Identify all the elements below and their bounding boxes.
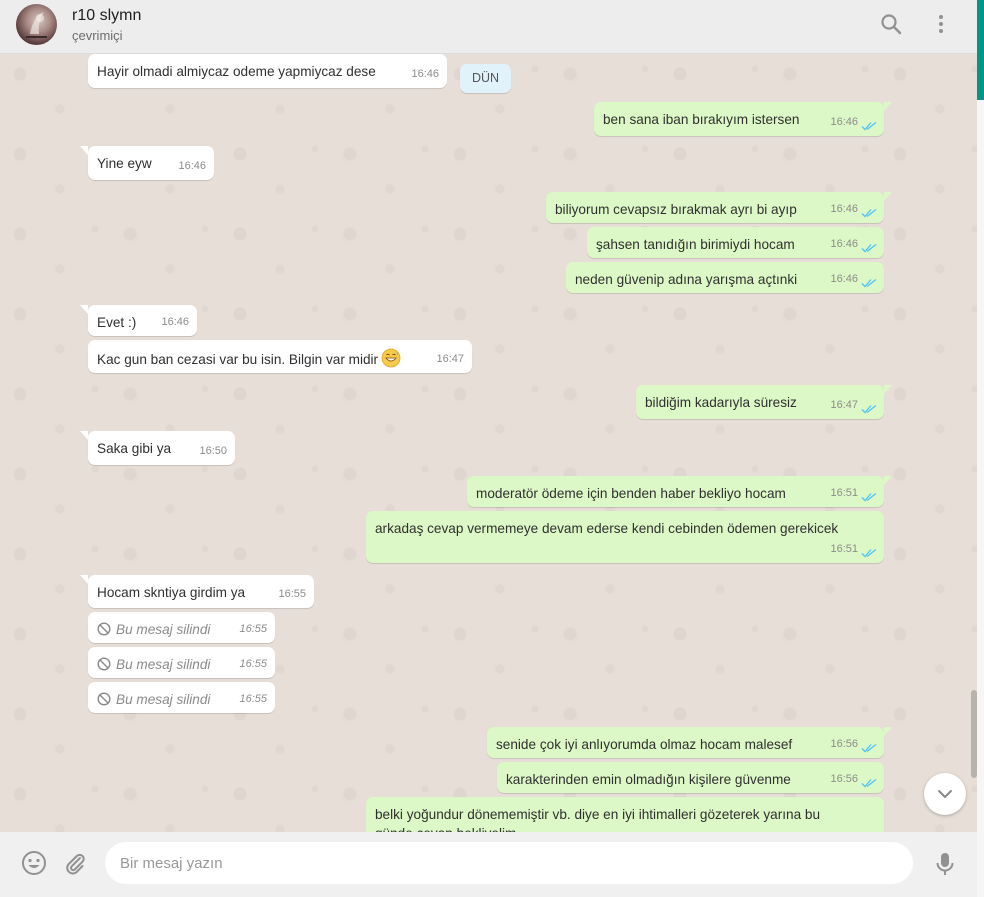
message-text: Kac gun ban cezasi var bu isin. Bilgin v… [97,352,379,367]
window-edge [977,0,984,897]
message-outgoing[interactable]: karakterinden emin olmadığın kişilere gü… [497,762,884,793]
message-time: 16:55 [239,658,267,670]
message-outgoing[interactable]: ben sana iban bırakıyım istersen 16:46 [594,102,892,136]
message-deleted[interactable]: Bu mesaj silindi 16:55 [88,682,275,713]
message-text: Bu mesaj silindi [116,657,211,672]
message-outgoing[interactable]: şahsen tanıdığın birimiydi hocam 16:46 [587,227,884,258]
read-ticks-icon [861,492,877,502]
attach-icon[interactable] [63,851,87,875]
message-time: 16:47 [830,399,858,411]
message-text: Bu mesaj silindi [116,692,211,707]
chat-window: r10 slymn çevrimiçi DÜN Hayir olmadi alm… [0,0,977,897]
message-time: 16:55 [239,693,267,705]
composer [0,832,977,897]
message-time: 16:46 [411,68,439,80]
message-time: 16:46 [830,273,858,285]
deleted-icon [97,622,111,636]
message-text: Bu mesaj silindi [116,622,211,637]
message-text-line2: günde cevap bekliyelim [375,824,875,832]
avatar[interactable] [16,4,57,45]
message-text: bildiğim kadarıyla süresiz [645,395,797,410]
message-text: belki yoğundur dönememiştir vb. diye en … [375,807,821,822]
message-text: arkadaş cevap vermemeye devam ederse ken… [375,521,839,536]
message-text: neden güvenip adına yarışma açtınki [575,272,798,287]
read-ticks-icon [861,404,877,414]
message-time: 16:47 [436,353,464,365]
message-text: karakterinden emin olmadığın kişilere gü… [506,772,791,787]
message-list[interactable]: DÜN Hayir olmadi almiycaz odeme yapmiyca… [0,54,977,832]
message-text: moderatör ödeme için benden haber bekliy… [476,486,786,501]
contact-name[interactable]: r10 slymn [72,7,141,25]
scroll-down-button[interactable] [924,773,966,815]
read-ticks-icon [861,548,877,558]
message-time: 16:55 [278,588,306,600]
message-incoming[interactable]: Saka gibi ya 16:50 [80,431,235,465]
message-time: 16:46 [830,116,858,128]
message-outgoing[interactable]: belki yoğundur dönememiştir vb. diye en … [366,797,884,832]
read-ticks-icon [861,208,877,218]
read-ticks-icon [861,121,877,131]
message-time: 16:56 [830,773,858,785]
message-text: biliyorum cevapsız bırakmak ayrı bi ayıp [555,202,797,217]
menu-icon[interactable] [929,12,953,36]
message-deleted[interactable]: Bu mesaj silindi 16:55 [88,612,275,643]
message-incoming[interactable]: Evet :) 16:46 [80,305,197,336]
message-text: Saka gibi ya [97,441,172,456]
deleted-icon [97,657,111,671]
message-text: senide çok iyi anlıyorumda olmaz hocam m… [496,737,793,752]
deleted-icon [97,692,111,706]
search-icon[interactable] [879,12,903,36]
message-incoming[interactable]: Kac gun ban cezasi var bu isin. Bilgin v… [88,340,472,373]
message-outgoing[interactable]: moderatör ödeme için benden haber bekliy… [467,476,892,507]
message-incoming[interactable]: Hayir olmadi almiycaz odeme yapmiycaz de… [88,54,447,88]
message-time: 16:46 [161,316,189,328]
chevron-down-icon [938,790,952,798]
message-text: şahsen tanıdığın birimiydi hocam [596,237,795,252]
message-outgoing[interactable]: senide çok iyi anlıyorumda olmaz hocam m… [487,727,892,758]
contact-status: çevrimiçi [72,28,123,43]
message-time: 16:46 [178,160,206,172]
message-text: ben sana iban bırakıyım istersen [603,112,800,127]
message-time: 16:46 [830,203,858,215]
chat-header: r10 slymn çevrimiçi [0,0,977,54]
emoji-icon[interactable] [21,850,47,876]
message-incoming[interactable]: Yine eyw 16:46 [80,146,214,180]
message-text: Hocam skntiya girdim ya [97,585,246,600]
message-text: Hayir olmadi almiycaz odeme yapmiycaz de… [97,64,376,79]
read-ticks-icon [861,743,877,753]
message-time: 16:51 [830,487,858,499]
read-ticks-icon [861,778,877,788]
mic-icon[interactable] [933,851,957,877]
read-ticks-icon [861,278,877,288]
date-divider: DÜN [460,64,511,93]
message-text: Yine eyw [97,156,152,171]
message-outgoing[interactable]: neden güvenip adına yarışma açtınki 16:4… [566,262,884,293]
message-time: 16:51 [830,543,858,555]
message-text: Evet :) [97,315,137,330]
message-incoming[interactable]: Hocam skntiya girdim ya 16:55 [80,575,314,608]
message-time: 16:56 [830,738,858,750]
grinning-sweat-emoji [381,348,401,368]
message-time: 16:50 [199,445,227,457]
message-outgoing[interactable]: arkadaş cevap vermemeye devam ederse ken… [366,511,884,563]
message-outgoing[interactable]: biliyorum cevapsız bırakmak ayrı bi ayıp… [546,192,892,223]
accent-bar [977,0,984,100]
message-outgoing[interactable]: bildiğim kadarıyla süresiz 16:47 [636,385,892,419]
message-deleted[interactable]: Bu mesaj silindi 16:55 [88,647,275,678]
message-input[interactable] [105,842,913,884]
message-time: 16:46 [830,238,858,250]
message-time: 16:55 [239,623,267,635]
read-ticks-icon [861,243,877,253]
